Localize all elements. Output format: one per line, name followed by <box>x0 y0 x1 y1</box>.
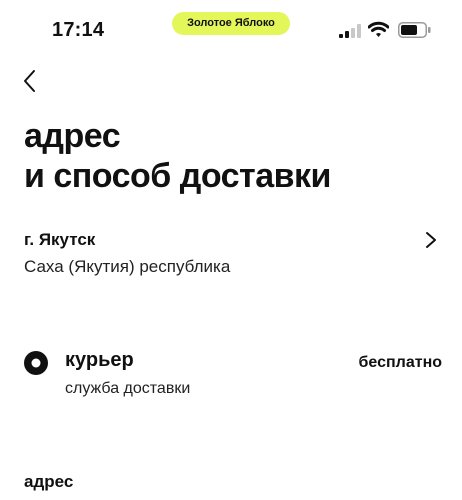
status-bar: 17:14 Золотое Яблоко <box>0 0 462 60</box>
page-title: адрес и способ доставки <box>24 116 331 196</box>
city-selector[interactable]: г. Якутск Саха (Якутия) республика <box>24 226 444 282</box>
app-badge[interactable]: Золотое Яблоко <box>172 12 290 35</box>
wifi-icon <box>368 21 389 37</box>
delivery-option-courier[interactable]: курьер служба доставки бесплатно <box>24 346 442 406</box>
page-title-line-2: и способ доставки <box>24 157 331 195</box>
back-button[interactable] <box>20 68 44 94</box>
status-time: 17:14 <box>52 19 105 41</box>
signal-icon <box>339 24 361 38</box>
delivery-price: бесплатно <box>358 354 442 371</box>
region-name: Саха (Якутия) республика <box>24 257 231 276</box>
delivery-method-label: курьер <box>65 349 134 371</box>
delivery-method-sublabel: служба доставки <box>65 380 191 397</box>
chevron-left-icon <box>24 70 35 92</box>
address-section-label: адрес <box>24 472 74 491</box>
battery-icon <box>398 22 431 38</box>
radio-selected-icon[interactable] <box>24 351 48 375</box>
chevron-right-icon[interactable] <box>424 231 438 249</box>
page-title-line-1: адрес <box>24 117 121 155</box>
city-name: г. Якутск <box>24 230 96 249</box>
